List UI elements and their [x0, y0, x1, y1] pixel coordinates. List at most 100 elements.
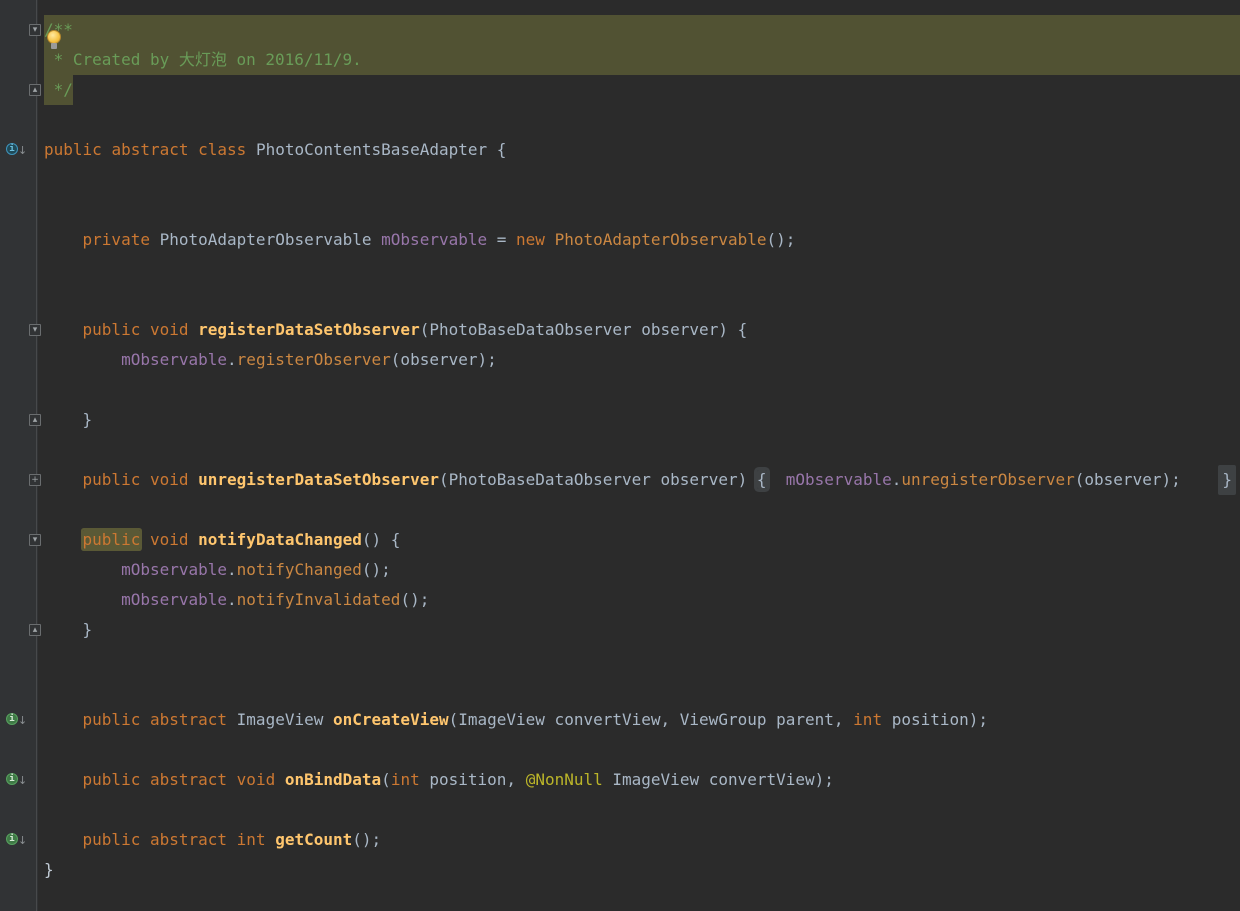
code-line[interactable]: public void notifyDataChanged() {	[38, 525, 1240, 555]
code-token: mObservable	[121, 350, 228, 369]
code-token: int	[236, 830, 266, 849]
code-token: .	[227, 590, 237, 609]
code-token: mObservable	[785, 470, 892, 489]
code-line-text: private PhotoAdapterObservable mObservab…	[44, 225, 796, 255]
code-line[interactable]: public abstract ImageView onCreateView(I…	[38, 705, 1240, 735]
marker-circle: i	[6, 833, 18, 845]
code-editor-area[interactable]: /** * Created by 大灯泡 on 2016/11/9. */ pub…	[38, 0, 1240, 911]
code-token: void	[149, 530, 189, 549]
code-token: (observer);	[1074, 470, 1181, 489]
code-line[interactable]	[38, 795, 1240, 825]
code-token: public	[82, 710, 141, 729]
marker-circle: i	[6, 713, 18, 725]
code-line[interactable]: }	[38, 855, 1240, 885]
code-line[interactable]: public abstract int getCount();	[38, 825, 1240, 855]
code-line-text: }	[44, 855, 54, 885]
code-token: }	[44, 410, 93, 429]
fold-plus-icon[interactable]: +	[29, 474, 41, 486]
code-token: onCreateView	[333, 710, 449, 729]
code-token: public	[82, 530, 141, 549]
code-line-text: }	[44, 615, 93, 645]
fold-end-icon[interactable]: ▴	[29, 84, 41, 96]
code-token: ImageView	[227, 710, 333, 729]
code-token: abstract	[149, 770, 228, 789]
fold-end-icon[interactable]: ▴	[29, 624, 41, 636]
code-line[interactable]	[38, 435, 1240, 465]
code-line[interactable]	[38, 285, 1240, 315]
code-token: mObservable	[121, 560, 228, 579]
implemented-method-icon[interactable]: i ↓	[6, 713, 28, 727]
code-line-text: public void unregisterDataSetObserver(Ph…	[44, 465, 1181, 495]
code-token: .	[227, 560, 237, 579]
code-token: void	[149, 320, 189, 339]
code-token: getCount	[275, 830, 353, 849]
intention-lightbulb-icon[interactable]	[46, 30, 62, 52]
code-line[interactable]: /**	[38, 15, 1240, 45]
code-token: (ImageView convertView, ViewGroup parent…	[448, 710, 854, 729]
code-line[interactable]	[38, 735, 1240, 765]
code-token: ();	[766, 230, 796, 249]
folded-closing-brace-chip[interactable]: }	[1218, 465, 1236, 495]
code-line[interactable]: */	[38, 75, 1240, 105]
code-token: () {	[361, 530, 401, 549]
code-line[interactable]: mObservable.registerObserver(observer);	[38, 345, 1240, 375]
code-token: registerDataSetObserver	[198, 320, 420, 339]
down-arrow-icon: ↓	[18, 714, 28, 727]
fold-open-icon[interactable]: ▾	[29, 24, 41, 36]
code-line[interactable]	[38, 165, 1240, 195]
code-token: int	[853, 710, 883, 729]
code-line[interactable]: public abstract class PhotoContentsBaseA…	[38, 135, 1240, 165]
fold-end-icon[interactable]: ▴	[29, 414, 41, 426]
code-line[interactable]	[38, 195, 1240, 225]
code-line[interactable]: public void registerDataSetObserver(Phot…	[38, 315, 1240, 345]
code-token: notifyInvalidated	[236, 590, 401, 609]
implemented-method-icon[interactable]: i ↓	[6, 773, 28, 787]
implemented-class-icon[interactable]: i ↓	[6, 143, 28, 157]
code-line[interactable]	[38, 495, 1240, 525]
code-token: PhotoAdapterObservable	[149, 230, 382, 249]
code-token: * Created by 大灯泡 on 2016/11/9.	[44, 50, 362, 69]
bulb-glass	[47, 30, 61, 44]
code-token: .	[227, 350, 237, 369]
code-line[interactable]	[38, 675, 1240, 705]
code-line[interactable]	[38, 255, 1240, 285]
code-line[interactable]: private PhotoAdapterObservable mObservab…	[38, 225, 1240, 255]
code-line[interactable]: }	[38, 615, 1240, 645]
code-line[interactable]	[38, 105, 1240, 135]
code-token: public	[82, 770, 141, 789]
fold-open-icon[interactable]: ▾	[29, 534, 41, 546]
code-line-text: public void registerDataSetObserver(Phot…	[44, 315, 748, 345]
code-token: private	[82, 230, 150, 249]
code-line[interactable]: }	[38, 405, 1240, 435]
fold-open-icon[interactable]: ▾	[29, 324, 41, 336]
code-line-text: public abstract int getCount();	[44, 825, 382, 855]
code-token: position,	[419, 770, 526, 789]
code-token: mObservable	[381, 230, 488, 249]
implemented-method-icon[interactable]: i ↓	[6, 833, 28, 847]
code-token: notifyChanged	[236, 560, 362, 579]
code-token: public	[82, 830, 141, 849]
code-line[interactable]: * Created by 大灯泡 on 2016/11/9.	[38, 45, 1240, 75]
code-line[interactable]: mObservable.notifyInvalidated();	[38, 585, 1240, 615]
code-line[interactable]	[38, 375, 1240, 405]
code-token: abstract	[149, 830, 228, 849]
code-line[interactable]: public void unregisterDataSetObserver(Ph…	[38, 465, 1240, 495]
code-token: abstract	[149, 710, 228, 729]
code-token: (PhotoBaseDataObserver observer)	[438, 470, 757, 489]
code-token: unregisterObserver	[901, 470, 1075, 489]
code-line[interactable]	[38, 645, 1240, 675]
code-line[interactable]: public abstract void onBindData(int posi…	[38, 765, 1240, 795]
code-line[interactable]: mObservable.notifyChanged();	[38, 555, 1240, 585]
